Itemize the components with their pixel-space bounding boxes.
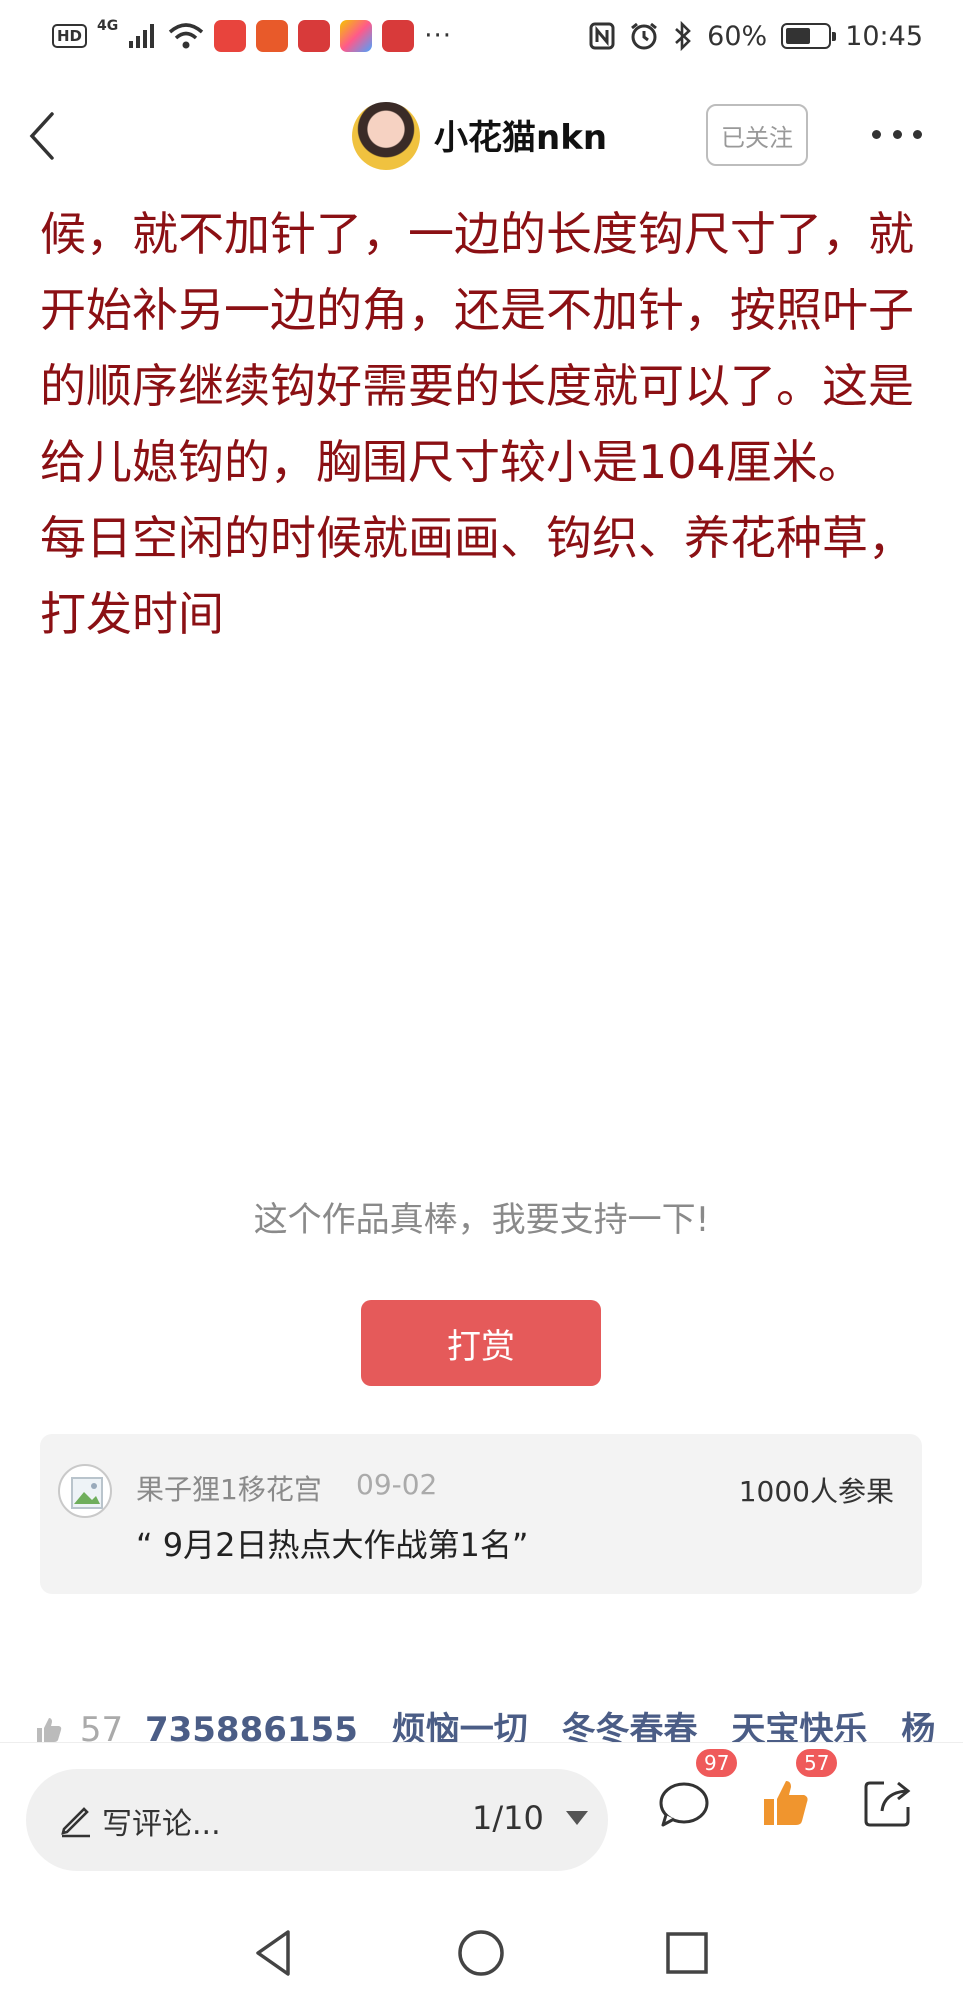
broken-image-icon <box>58 1464 112 1518</box>
bluetooth-icon <box>675 21 692 51</box>
comment-count-badge: 97 <box>694 1747 740 1779</box>
app-notification-icon <box>256 20 289 52</box>
card-author-name: 果子狸1移花宫 <box>136 1473 322 1506</box>
battery-icon <box>781 23 837 49</box>
more-options-button[interactable] <box>872 124 922 144</box>
status-bar-right: 60% 10:45 <box>589 21 923 52</box>
app-notification-icon <box>382 20 415 52</box>
dot-icon <box>872 129 881 139</box>
comment-input[interactable]: 写评论... 1/10 <box>26 1769 608 1871</box>
nfc-icon <box>589 22 615 50</box>
comment-icon <box>659 1782 709 1827</box>
pen-icon <box>61 1807 90 1838</box>
like-button[interactable]: 57 <box>756 1747 840 1833</box>
signal-icon <box>129 24 155 48</box>
liker-name[interactable]: 冬冬春春 <box>562 1710 698 1742</box>
comment-placeholder: 写评论... <box>102 1807 221 1842</box>
article-body: 候，就不加针了，一边的长度钩尺寸了，就开始补另一边的角，还是不加针，按照叶子的顺… <box>40 196 930 652</box>
app-notification-icon <box>340 20 373 52</box>
reward-button[interactable]: 打赏 <box>361 1300 601 1386</box>
share-icon <box>864 1781 911 1827</box>
app-notification-icon <box>298 20 331 52</box>
more-notifications-icon: ··· <box>424 21 453 51</box>
page-indicator[interactable]: 1/10 <box>472 1799 544 1837</box>
nav-back-icon[interactable] <box>248 1926 302 1980</box>
battery-percent: 60% <box>707 20 768 52</box>
like-count-badge: 57 <box>794 1747 840 1779</box>
liker-name[interactable]: 天宝快乐 <box>731 1710 867 1742</box>
chevron-left-icon <box>29 112 54 160</box>
likes-row[interactable]: 57 735886155 烦恼一切 冬冬春春 天宝快乐 杨 <box>34 1702 934 1742</box>
hd-icon: HD <box>52 24 88 48</box>
comments-button[interactable]: 97 <box>654 1747 740 1833</box>
bottom-action-bar: 写评论... 1/10 97 57 <box>0 1742 963 1884</box>
article-paragraph: 候，就不加针了，一边的长度钩尺寸了，就开始补另一边的角，还是不加针，按照叶子的顺… <box>40 207 914 489</box>
top-nav-bar: 小花猫nkn 已关注 <box>0 92 963 178</box>
nav-recents-icon[interactable] <box>660 1926 714 1980</box>
nav-home-icon[interactable] <box>454 1926 508 1980</box>
dot-icon <box>892 129 902 139</box>
wifi-icon <box>169 23 204 49</box>
alarm-icon <box>631 22 658 50</box>
card-date: 09-02 <box>356 1468 438 1501</box>
author-avatar[interactable] <box>352 102 420 170</box>
liker-name[interactable]: 烦恼一切 <box>392 1710 528 1742</box>
app-notification-icon <box>214 20 247 52</box>
status-bar-left: HD 4G ··· <box>52 18 453 52</box>
liker-name[interactable]: 735886155 <box>145 1710 358 1742</box>
back-button[interactable] <box>22 106 78 166</box>
likes-count: 57 <box>79 1710 124 1742</box>
card-participants: 1000人参果 <box>738 1475 894 1508</box>
liker-name[interactable]: 杨 <box>901 1710 934 1742</box>
system-nav-bar <box>0 1900 963 2000</box>
dot-icon <box>913 129 922 139</box>
article-paragraph: 每日空闲的时候就画画、钩织、养花种草，打发时间 <box>40 511 914 641</box>
author-name[interactable]: 小花猫nkn <box>434 110 607 159</box>
activity-card[interactable]: 果子狸1移花宫 09-02 1000人参果 “ 9月2日热点大作战第1名” <box>40 1434 922 1594</box>
network-type: 4G <box>97 18 119 34</box>
status-bar: HD 4G ··· 60% 10:45 <box>0 0 963 72</box>
thumbs-up-icon <box>764 1781 808 1825</box>
share-button[interactable] <box>858 1773 918 1833</box>
caret-down-icon[interactable] <box>566 1811 588 1825</box>
follow-button[interactable]: 已关注 <box>706 104 808 166</box>
clock: 10:45 <box>845 20 923 52</box>
card-quote: “ 9月2日热点大作战第1名” <box>136 1526 529 1564</box>
reward-prompt: 这个作品真棒，我要支持一下! <box>253 1200 710 1240</box>
thumbs-up-icon <box>37 1718 62 1742</box>
